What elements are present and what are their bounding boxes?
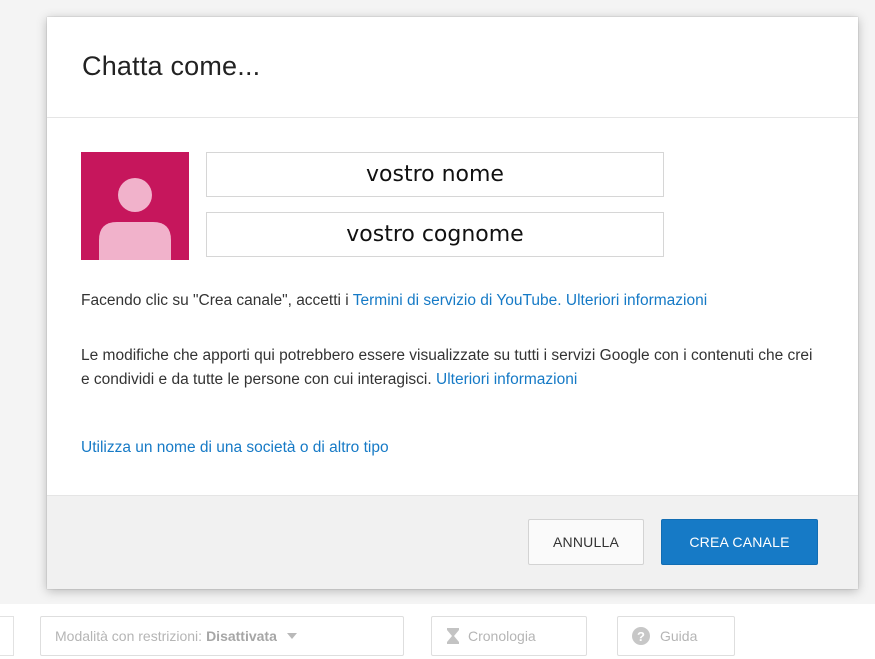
first-name-field[interactable]: vostro nome — [206, 152, 664, 197]
footer-left-button-edge[interactable] — [0, 616, 14, 656]
terms-more-info-link[interactable]: Ulteriori informazioni — [566, 292, 707, 309]
hourglass-icon — [447, 628, 459, 644]
cancel-button[interactable]: ANNULLA — [528, 519, 644, 565]
business-name-text: Utilizza un nome di una società o di alt… — [81, 436, 821, 460]
history-button[interactable]: Cronologia — [431, 616, 587, 656]
chat-as-dialog: Chatta come... vostro nome vostro cognom… — [47, 17, 858, 589]
notice-text: Le modifiche che apporti qui potrebbero … — [81, 344, 821, 392]
terms-of-service-link[interactable]: Termini di servizio di YouTube — [353, 292, 557, 309]
terms-prefix: Facendo clic su "Crea canale", accetti i — [81, 292, 353, 309]
restricted-mode-label: Modalità con restrizioni: — [55, 628, 203, 644]
last-name-field[interactable]: vostro cognome — [206, 212, 664, 257]
restricted-mode-value: Disattivata — [206, 628, 277, 644]
dialog-title: Chatta come... — [82, 51, 261, 81]
notice-more-info-link[interactable]: Ulteriori informazioni — [436, 371, 577, 388]
terms-text: Facendo clic su "Crea canale", accetti i… — [81, 289, 821, 313]
dialog-header: Chatta come... — [47, 17, 858, 118]
history-label: Cronologia — [468, 628, 536, 644]
use-business-name-link[interactable]: Utilizza un nome di una società o di alt… — [81, 439, 389, 456]
create-channel-button[interactable]: CREA CANALE — [661, 519, 818, 565]
avatar[interactable] — [81, 152, 189, 260]
terms-separator: . — [557, 292, 566, 309]
help-label: Guida — [660, 628, 698, 644]
caret-down-icon — [286, 633, 297, 639]
person-silhouette-icon — [99, 178, 171, 260]
restricted-mode-dropdown[interactable]: Modalità con restrizioni: Disattivata — [40, 616, 404, 656]
question-circle-icon: ? — [632, 627, 650, 645]
help-button[interactable]: ? Guida — [617, 616, 735, 656]
